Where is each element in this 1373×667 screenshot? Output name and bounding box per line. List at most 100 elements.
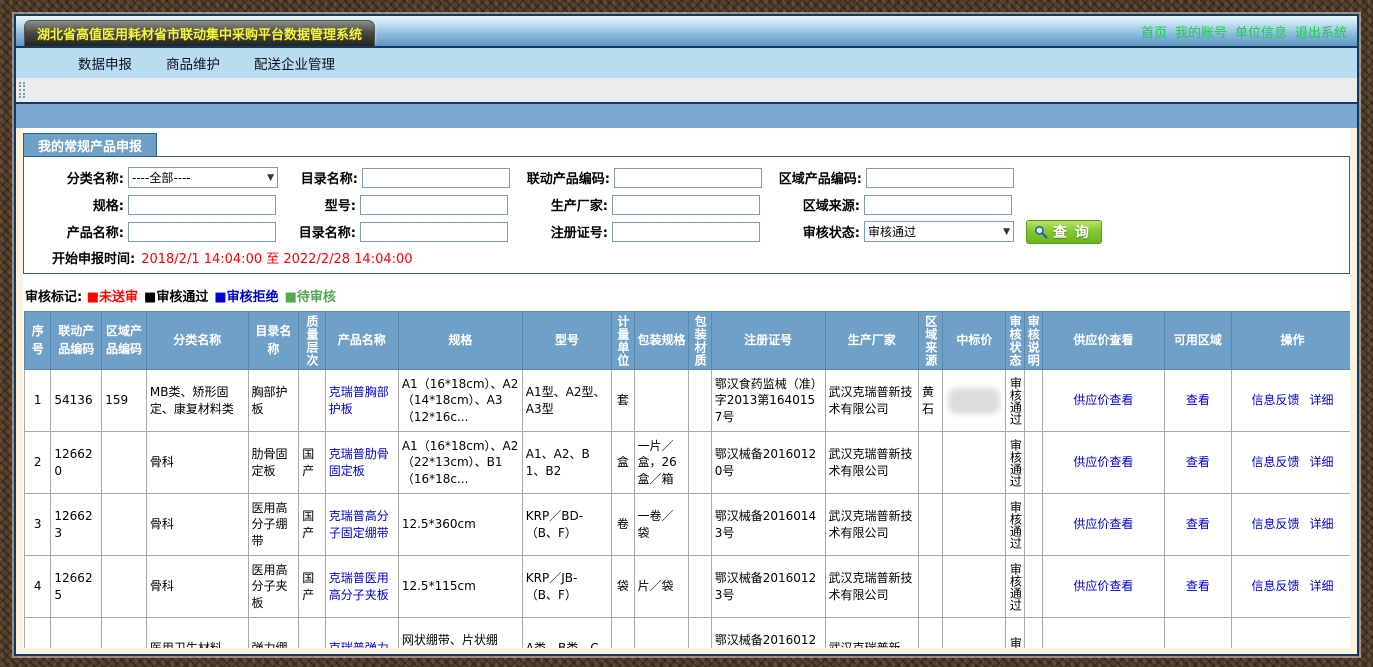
- chevron-down-icon: ▼: [267, 173, 274, 183]
- form-field-group: 产品名称:: [32, 222, 276, 242]
- cell-region_code: [102, 618, 147, 649]
- col-header-ops: 操作: [1231, 312, 1350, 370]
- col-header-region_source: 区域来源: [919, 312, 943, 370]
- cell-link_code: 54136: [51, 370, 102, 432]
- form-select[interactable]: ----全部----▼: [128, 167, 278, 188]
- cell-product: 克瑞普弹力: [325, 618, 398, 649]
- cell-audit_note: [1024, 556, 1042, 618]
- cell-supply_link: 供应价查看: [1042, 370, 1164, 432]
- cell-catalog: 胸部护板: [248, 370, 299, 432]
- form-field-group: 型号:: [276, 195, 508, 215]
- menu-item-数据申报[interactable]: 数据申报: [78, 53, 132, 73]
- action-link-信息反馈[interactable]: 信息反馈: [1251, 517, 1299, 531]
- cell-region_source: [919, 432, 943, 494]
- search-icon: [1034, 225, 1048, 239]
- cell-link_code: [51, 618, 102, 649]
- form-input[interactable]: [128, 222, 276, 242]
- form-label: 分类名称:: [32, 168, 128, 187]
- product-link[interactable]: 克瑞普高分子固定绷带: [329, 509, 389, 539]
- search-button[interactable]: 查 询: [1026, 220, 1102, 244]
- region_link-link[interactable]: 查看: [1186, 393, 1210, 407]
- action-link-详细[interactable]: 详细: [1309, 517, 1333, 531]
- products-table: 序号联动产品编码区域产品编码分类名称目录名称质量层次产品名称规格型号计量单位包装…: [24, 311, 1350, 648]
- form-input[interactable]: [128, 195, 276, 215]
- cell-price: [943, 370, 1006, 432]
- cell-price: [943, 556, 1006, 618]
- cell-ops: 信息反馈详细: [1231, 432, 1350, 494]
- cell-quality: 国产: [299, 556, 325, 618]
- region_link-link[interactable]: 查看: [1186, 579, 1210, 593]
- form-label: 生产厂家:: [508, 195, 612, 214]
- top-link-我的账号[interactable]: 我的账号: [1175, 26, 1227, 41]
- cell-region_source: [919, 618, 943, 649]
- form-label: 规格:: [32, 195, 128, 214]
- table-row: 4126625骨科医用高分子夹板国产克瑞普医用高分子夹板12.5*115cmKR…: [25, 556, 1351, 618]
- legend-item: ■审核通过: [144, 290, 208, 305]
- form-input[interactable]: [362, 168, 510, 188]
- menu-item-商品维护[interactable]: 商品维护: [166, 53, 220, 73]
- col-header-pack_material: 包装材质: [689, 312, 711, 370]
- tab-my-regular-product-declaration[interactable]: 我的常规产品申报: [23, 133, 157, 156]
- form-field-group: 目录名称:: [278, 168, 510, 188]
- form-input[interactable]: [614, 168, 762, 188]
- form-input[interactable]: [360, 222, 508, 242]
- cell-pack_material: [689, 494, 711, 556]
- top-link-退出系统[interactable]: 退出系统: [1295, 26, 1347, 41]
- form-select[interactable]: 审核通过▼: [864, 221, 1014, 242]
- cell-cert: 鄂汉械备20160120号: [711, 432, 825, 494]
- cell-audit_status: 审核通过: [1006, 432, 1024, 494]
- cell-model: KRP／BD-（B、F）: [522, 494, 611, 556]
- cell-region_code: 159: [102, 370, 147, 432]
- app-window: 湖北省高值医用耗材省市联动集中采购平台数据管理系统 首页我的账号单位信息退出系统…: [14, 14, 1359, 656]
- menu-bar: 数据申报 商品维护 配送企业管理: [16, 48, 1357, 78]
- cell-audit_note: [1024, 494, 1042, 556]
- cell-audit_status: 审核通过: [1006, 556, 1024, 618]
- product-link[interactable]: 克瑞普胸部护板: [329, 385, 389, 415]
- col-header-supply_link: 供应价查看: [1042, 312, 1164, 370]
- cell-unit: 套: [612, 370, 634, 432]
- form-input[interactable]: [360, 195, 508, 215]
- region_link-link[interactable]: 查看: [1186, 455, 1210, 469]
- form-input[interactable]: [864, 195, 1012, 215]
- supply_link-link[interactable]: 供应价查看: [1073, 579, 1133, 593]
- action-link-详细[interactable]: 详细: [1309, 393, 1333, 407]
- form-field-group: 区域来源:: [760, 195, 1012, 215]
- grip-handle-icon[interactable]: [19, 82, 25, 98]
- form-label: 目录名称:: [278, 168, 362, 187]
- cell-seq: 3: [25, 494, 51, 556]
- cell-spec: 12.5*360cm: [398, 494, 522, 556]
- cell-category: 骨科: [146, 432, 248, 494]
- action-link-详细[interactable]: 详细: [1309, 579, 1333, 593]
- app-title: 湖北省高值医用耗材省市联动集中采购平台数据管理系统: [37, 24, 362, 43]
- product-link[interactable]: 克瑞普医用高分子夹板: [329, 571, 389, 601]
- cell-model: A1型、A2型、A3型: [522, 370, 611, 432]
- action-link-详细[interactable]: 详细: [1309, 455, 1333, 469]
- col-header-cert: 注册证号: [711, 312, 825, 370]
- supply_link-link[interactable]: 供应价查看: [1073, 517, 1133, 531]
- action-link-信息反馈[interactable]: 信息反馈: [1251, 455, 1299, 469]
- action-link-信息反馈[interactable]: 信息反馈: [1251, 579, 1299, 593]
- cell-spec: 12.5*115cm: [398, 556, 522, 618]
- cell-product: 克瑞普医用高分子夹板: [325, 556, 398, 618]
- cell-pack_spec: 一卷／袋: [634, 494, 689, 556]
- supply_link-link[interactable]: 供应价查看: [1073, 455, 1133, 469]
- form-input[interactable]: [612, 222, 760, 242]
- cell-supply_link: 供应价查看: [1042, 432, 1164, 494]
- cell-spec: A1（16*18cm）、A2（14*18cm）、A3（12*16c...: [398, 370, 522, 432]
- supply_link-link[interactable]: 供应价查看: [1073, 393, 1133, 407]
- form-input[interactable]: [612, 195, 760, 215]
- form-field-group: 分类名称:----全部----▼: [32, 167, 278, 188]
- form-input[interactable]: [866, 168, 1014, 188]
- cell-region_link: 查看: [1164, 494, 1231, 556]
- action-link-信息反馈[interactable]: 信息反馈: [1251, 393, 1299, 407]
- top-link-首页[interactable]: 首页: [1141, 26, 1167, 41]
- cell-pack_spec: [634, 618, 689, 649]
- top-link-单位信息[interactable]: 单位信息: [1235, 26, 1287, 41]
- cell-audit_note: [1024, 370, 1042, 432]
- menu-item-配送企业管理[interactable]: 配送企业管理: [254, 53, 335, 73]
- region_link-link[interactable]: 查看: [1186, 517, 1210, 531]
- product-link[interactable]: 克瑞普肋骨固定板: [329, 447, 389, 477]
- form-row-2: 规格: 型号:生产厂家: 区域来源:: [24, 191, 1349, 218]
- form-label: 审核状态:: [760, 222, 864, 241]
- product-link[interactable]: 克瑞普弹力: [329, 641, 389, 648]
